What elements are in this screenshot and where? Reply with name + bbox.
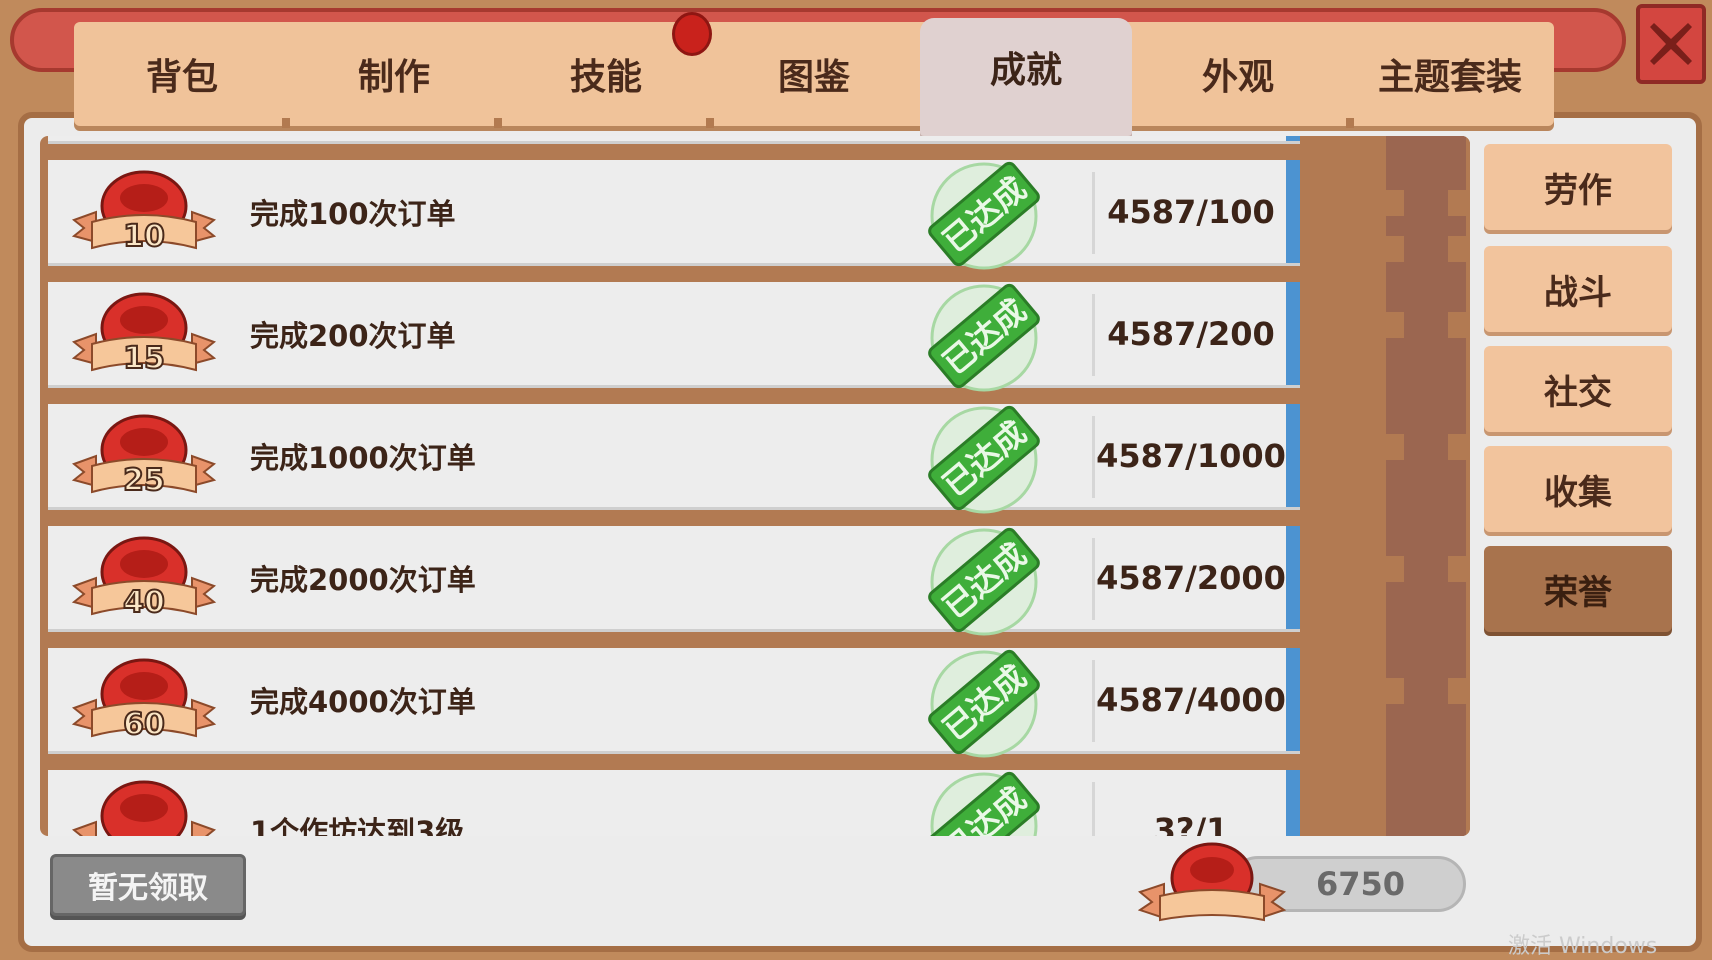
achievement-progress: 4587/1000	[1096, 436, 1286, 475]
category-label: 劳作	[1544, 170, 1612, 211]
tab-appearance[interactable]: 外观	[1132, 22, 1344, 126]
row-divider	[1092, 416, 1095, 498]
list-item[interactable]: 10 完成100次订单 已达成 4587/100	[48, 160, 1300, 270]
tab-achievements[interactable]: 成就	[920, 18, 1132, 136]
completed-stamp-icon: 已达成	[928, 405, 1040, 514]
scroll-indicator	[1286, 160, 1300, 263]
achievement-list[interactable]: 10 完成100次订单 已达成 4587/100 15 完成200次订单 已达成…	[40, 136, 1470, 836]
scrollbar-notch	[1448, 434, 1466, 460]
category-combat[interactable]: 战斗	[1484, 246, 1672, 332]
row-divider	[1092, 172, 1095, 254]
category-label: 荣誉	[1544, 572, 1612, 613]
achievement-title: 1个作坊达到3级	[250, 814, 465, 837]
tab-theme-set[interactable]: 主题套装	[1344, 22, 1556, 126]
list-item-partial	[48, 136, 1300, 144]
scrollbar-notch	[1448, 312, 1466, 338]
category-label: 社交	[1544, 372, 1612, 413]
achievement-title: 完成200次订单	[250, 318, 456, 353]
medal-number: 10	[123, 219, 165, 254]
row-divider	[1092, 660, 1095, 742]
scrollbar-notch	[1386, 678, 1404, 704]
tab-collection[interactable]: 图鉴	[708, 22, 920, 126]
scrollbar-notch	[1448, 190, 1466, 216]
achievement-progress: 4587/2000	[1096, 558, 1286, 597]
scrollbar-notch	[1386, 434, 1404, 460]
scrollbar-notch	[1386, 312, 1404, 338]
scroll-indicator	[1286, 770, 1300, 836]
category-social[interactable]: 社交	[1484, 346, 1672, 432]
completed-stamp-icon: 已达成	[928, 771, 1040, 836]
claim-button[interactable]: 暂无领取	[50, 854, 246, 916]
tab-crafting[interactable]: 制作	[288, 22, 500, 126]
medal-number: 60	[123, 707, 165, 742]
tab-label: 技能	[569, 57, 642, 98]
achievement-progress: 3?/1	[1153, 810, 1229, 837]
tab-label: 制作	[357, 57, 430, 98]
medal-icon: 10	[71, 170, 217, 255]
medal-icon: 15	[71, 292, 217, 377]
list-item[interactable]: 1个作坊达到3级 已达成 3?/1	[48, 770, 1300, 836]
tab-label: 图鉴	[777, 57, 850, 98]
row-divider	[1092, 782, 1095, 836]
close-icon	[1650, 23, 1692, 65]
achievement-progress: 4587/4000	[1096, 680, 1286, 719]
tab-label: 背包	[145, 57, 218, 98]
completed-stamp-icon: 已达成	[928, 649, 1040, 758]
scrollbar-notch	[1386, 236, 1404, 262]
scroll-indicator	[1286, 648, 1300, 751]
notification-dot	[672, 12, 712, 56]
scroll-indicator	[1286, 136, 1300, 141]
tab-label: 成就	[989, 50, 1062, 91]
scrollbar-notch	[1448, 236, 1466, 262]
category-label: 收集	[1544, 472, 1612, 513]
scroll-indicator	[1286, 282, 1300, 385]
honor-medal-icon	[1138, 842, 1286, 922]
close-button[interactable]	[1636, 4, 1706, 84]
achievement-progress: 4587/200	[1107, 314, 1275, 353]
scroll-indicator	[1286, 404, 1300, 507]
achievement-title: 完成2000次订单	[250, 562, 476, 597]
medal-icon: 60	[71, 658, 217, 743]
medal-number: 40	[123, 585, 165, 620]
category-honor[interactable]: 荣誉	[1484, 546, 1672, 632]
achievement-progress: 4587/100	[1107, 192, 1275, 231]
list-item[interactable]: 60 完成4000次订单 已达成 4587/4000	[48, 648, 1300, 758]
achievement-title: 完成4000次订单	[250, 684, 476, 719]
achievement-title: 完成100次订单	[250, 196, 456, 231]
list-item[interactable]: 15 完成200次订单 已达成 4587/200	[48, 282, 1300, 392]
completed-stamp-icon: 已达成	[928, 527, 1040, 636]
row-divider	[1092, 538, 1095, 620]
completed-stamp-icon: 已达成	[928, 283, 1040, 392]
category-label: 战斗	[1544, 272, 1612, 313]
category-collect[interactable]: 收集	[1484, 446, 1672, 532]
honor-points-value: 6750	[1315, 865, 1405, 903]
list-item[interactable]: 25 完成1000次订单 已达成 4587/1000	[48, 404, 1300, 514]
scrollbar[interactable]	[1352, 136, 1470, 836]
achievement-title: 完成1000次订单	[250, 440, 476, 475]
medal-icon: 25	[71, 414, 217, 499]
tab-backpack[interactable]: 背包	[76, 22, 288, 126]
completed-stamp-icon: 已达成	[928, 161, 1040, 270]
tab-label: 主题套装	[1377, 57, 1522, 98]
row-divider	[1092, 294, 1095, 376]
scrollbar-notch	[1386, 190, 1404, 216]
category-labor[interactable]: 劳作	[1484, 144, 1672, 230]
medal-number: 25	[123, 463, 165, 498]
os-watermark: 激活 Windows	[1508, 934, 1658, 959]
tab-label: 外观	[1201, 57, 1274, 98]
medal-icon: 40	[71, 536, 217, 621]
medal-icon	[71, 780, 217, 836]
scrollbar-notch	[1448, 678, 1466, 704]
scrollbar-notch	[1386, 556, 1404, 582]
scrollbar-notch	[1448, 556, 1466, 582]
scroll-indicator	[1286, 526, 1300, 629]
medal-number: 15	[123, 341, 165, 376]
list-item[interactable]: 40 完成2000次订单 已达成 4587/2000	[48, 526, 1300, 636]
footer-bar: 暂无领取 6750	[40, 836, 1470, 934]
